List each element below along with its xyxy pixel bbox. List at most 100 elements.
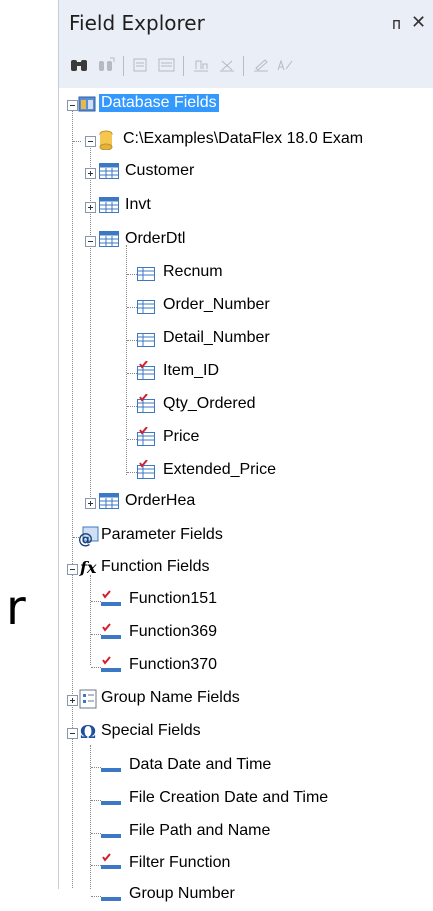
panel-titlebar: Field Explorer ᴨ ✕ <box>59 6 433 42</box>
tree-node-label: File Path and Name <box>129 822 271 839</box>
function-fields-icon: fx <box>79 558 97 577</box>
pin-icon[interactable]: ᴨ <box>392 14 401 33</box>
tree-node-label: Function151 <box>129 590 218 607</box>
tree-node-special[interactable]: File Path and Name <box>59 818 433 848</box>
tree-node-label: Price <box>163 428 200 445</box>
browse-field-data-icon[interactable] <box>131 56 151 74</box>
tree-node-label: Group Number <box>129 885 235 902</box>
table-icon <box>99 197 119 213</box>
tree-node-parameter-fields[interactable]: @ Parameter Fields <box>59 522 433 552</box>
function-checked-icon <box>101 590 121 606</box>
special-field-icon <box>101 768 121 772</box>
tree-node-special[interactable]: Data Date and Time <box>59 752 433 782</box>
field-checked-icon <box>137 427 155 446</box>
tree-node-label: Special Fields <box>101 722 201 739</box>
tree-node-function-fields[interactable]: fx Function Fields <box>59 554 433 584</box>
tree-node-label: Customer <box>125 162 195 179</box>
field-icon <box>137 267 155 281</box>
tree-node-datasource[interactable]: C:\Examples\DataFlex 18.0 Exam <box>59 126 433 156</box>
group-name-fields-icon <box>79 689 97 709</box>
delete-icon[interactable] <box>217 56 237 74</box>
field-checked-icon <box>137 460 155 479</box>
editor-background: r <box>0 0 58 889</box>
tree-node-label: Function Fields <box>101 558 210 575</box>
tree-line <box>127 274 137 275</box>
tree-node-invt[interactable]: Invt <box>59 192 433 222</box>
tree-node-label: Qty_Ordered <box>163 395 256 412</box>
special-field-icon <box>101 834 121 838</box>
parameter-fields-icon: @ <box>78 526 99 547</box>
toolbar-separator <box>123 56 124 76</box>
tree-line <box>127 406 137 407</box>
tree-node-field-used[interactable]: Price <box>59 424 433 454</box>
tree-node-database-fields[interactable]: Database Fields <box>59 90 433 120</box>
database-icon <box>99 130 113 150</box>
tree-node-label: Parameter Fields <box>101 526 223 543</box>
tree-line <box>73 141 81 142</box>
tree-node-label: C:\Examples\DataFlex 18.0 Exam <box>123 130 364 147</box>
tree-node-label: Function370 <box>129 656 218 673</box>
tree-node-field[interactable]: Order_Number <box>59 292 433 322</box>
toolbar-separator <box>183 56 184 76</box>
insert-summary-icon[interactable] <box>191 56 211 74</box>
function-checked-icon <box>101 623 121 639</box>
tree-node-label: Filter Function <box>129 854 231 871</box>
tree-node-label: OrderHea <box>125 492 196 509</box>
tree-node-label: Group Name Fields <box>101 689 240 706</box>
tree-node-label: Item_ID <box>163 362 220 379</box>
tree-node-label: Database Fields <box>99 94 219 112</box>
background-text-fragment: r <box>6 580 26 636</box>
close-icon[interactable]: ✕ <box>411 12 426 33</box>
field-checked-icon <box>137 394 155 413</box>
field-icon <box>137 300 155 314</box>
expand-icon[interactable] <box>85 498 96 509</box>
collapse-icon[interactable] <box>67 728 78 739</box>
tree-node-special-fields[interactable]: Ω Special Fields <box>59 718 433 748</box>
special-field-checked-icon <box>101 853 121 869</box>
tree-node-special[interactable]: Filter Function <box>59 850 433 880</box>
tree-node-field[interactable]: Recnum <box>59 259 433 289</box>
tree-line <box>127 373 137 374</box>
collapse-icon[interactable] <box>85 236 96 247</box>
table-icon <box>99 493 119 509</box>
tree-node-function[interactable]: Function369 <box>59 619 433 649</box>
tree-node-field-used[interactable]: Qty_Ordered <box>59 391 433 421</box>
function-checked-icon <box>101 656 121 672</box>
tree-node-label: OrderDtl <box>125 230 186 247</box>
expand-icon[interactable] <box>85 202 96 213</box>
svg-text:@: @ <box>78 530 93 547</box>
collapse-icon[interactable] <box>85 136 96 147</box>
tree-node-customer[interactable]: Customer <box>59 158 433 188</box>
tree-line <box>127 439 137 440</box>
tree-node-orderhea[interactable]: OrderHea <box>59 488 433 518</box>
find-next-icon[interactable] <box>97 56 117 74</box>
tree-node-special[interactable]: File Creation Date and Time <box>59 785 433 815</box>
edit-icon[interactable] <box>251 56 271 74</box>
find-icon[interactable] <box>69 56 89 74</box>
insert-field-icon[interactable] <box>157 56 177 74</box>
expand-icon[interactable] <box>67 695 78 706</box>
tree-node-special[interactable]: Group Number <box>59 881 433 911</box>
collapse-icon[interactable] <box>67 100 78 111</box>
expand-icon[interactable] <box>85 168 96 179</box>
tree-node-field-used[interactable]: Extended_Price <box>59 457 433 487</box>
tree-line <box>127 307 137 308</box>
panel-title: Field Explorer <box>69 11 205 35</box>
tree-line <box>127 472 137 473</box>
special-fields-icon: Ω <box>80 722 96 741</box>
field-tree: Database Fields C:\Examples\DataFlex 18.… <box>59 88 433 902</box>
field-explorer-panel: Field Explorer ᴨ ✕ Database Fields C:\Ex… <box>58 0 433 902</box>
rename-icon[interactable] <box>275 56 295 74</box>
collapse-icon[interactable] <box>67 564 78 575</box>
tree-node-field[interactable]: Detail_Number <box>59 325 433 355</box>
tree-node-label: Recnum <box>163 263 223 280</box>
field-checked-icon <box>137 361 155 380</box>
tree-node-field-used[interactable]: Item_ID <box>59 358 433 388</box>
tree-node-function[interactable]: Function151 <box>59 586 433 616</box>
svg-text:Ω: Ω <box>80 722 96 741</box>
special-field-icon <box>101 801 121 805</box>
tree-node-label: File Creation Date and Time <box>129 789 329 806</box>
tree-node-group-name-fields[interactable]: Group Name Fields <box>59 685 433 715</box>
tree-node-orderdtl[interactable]: OrderDtl <box>59 226 433 256</box>
tree-node-function[interactable]: Function370 <box>59 652 433 682</box>
